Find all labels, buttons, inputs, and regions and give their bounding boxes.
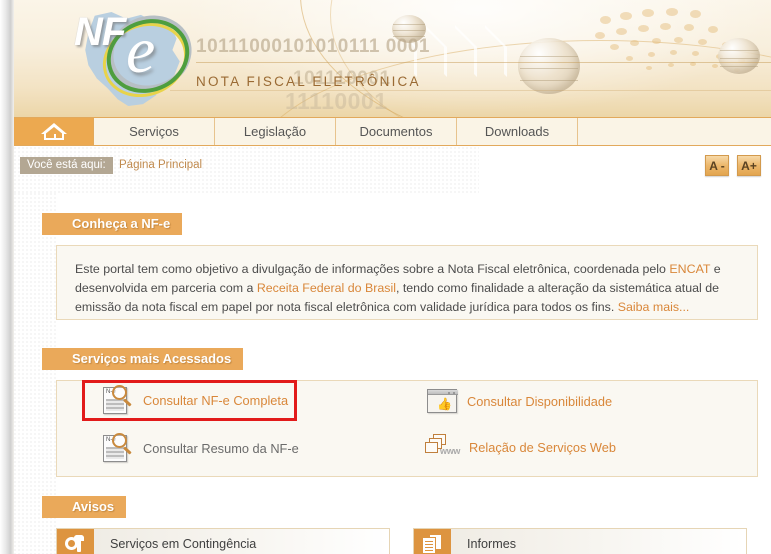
nav-label: Documentos [359,124,433,139]
link-encat[interactable]: ENCAT [669,262,710,276]
service-label: Consultar NF-e Completa [143,393,289,408]
page-left-edge-shadow [0,0,14,554]
service-consultar-disponibilidade[interactable]: 👍 Consultar Disponibilidade [427,389,612,413]
link-receita-federal[interactable]: Receita Federal do Brasil [257,281,396,295]
header-rule-2 [170,90,771,91]
page-root: 10111000101010111 0001 101110001 1111000… [0,0,771,554]
panel-icon-box [57,529,94,554]
gear-wrench-icon [64,535,87,553]
header-sphere-3 [718,38,760,74]
logo-text-e: e [126,14,156,87]
panel-header: Informes [414,529,746,554]
service-consultar-resumo-nfe[interactable]: N-e Consultar Resumo da NF-e [103,433,299,464]
service-label: Consultar Disponibilidade [467,393,613,409]
service-label: Relação de Serviços Web [469,439,617,455]
nav-label: Legislação [243,124,307,139]
header-sphere-2 [518,38,580,94]
document-search-icon: N-e [103,433,133,464]
section-title-avisos: Avisos [42,496,127,518]
site-subtitle: NOTA FISCAL ELETRÔNICA [196,74,421,89]
panel-servicos-contingencia[interactable]: Serviços em Contingência [56,528,390,554]
nav-label: Downloads [484,124,550,139]
conheca-paragraph: Este portal tem como objetivo a divulgaç… [57,246,757,329]
link-saiba-mais[interactable]: Saiba mais... [618,300,690,314]
section-title-servicos: Serviços mais Acessados [42,348,244,370]
panel-title: Serviços em Contingência [110,537,257,551]
panel-header: Serviços em Contingência [57,529,389,554]
panel-conheca: Este portal tem como objetivo a divulgaç… [56,245,758,320]
font-increase-button[interactable]: A+ [737,155,761,176]
main-navigation: Serviços Legislação Documentos Downloads [14,117,771,146]
window-thumbsup-icon: 👍 [427,389,458,413]
nav-filler [578,118,771,145]
www-windows-icon: www [425,434,460,460]
service-label: Consultar Resumo da NF-e [143,441,299,456]
nav-item-servicos[interactable]: Serviços [94,118,215,145]
breadcrumb-current[interactable]: Página Principal [119,157,202,174]
header-binary-1: 10111000101010111 0001 [196,36,430,57]
breadcrumb-label: Você está aqui: [20,157,113,174]
nav-item-documentos[interactable]: Documentos [336,118,457,145]
panel-informes[interactable]: Informes [413,528,747,554]
site-header-banner: 10111000101010111 0001 101110001 1111000… [0,0,771,117]
main-content: Conheça a NF-e Este portal tem como obje… [14,193,771,554]
panel-title: Informes [467,537,516,551]
conheca-text-1: Este portal tem como objetivo a divulgaç… [75,262,670,276]
document-search-icon: N-e [103,385,133,416]
nav-label: Serviços [129,124,179,139]
nfe-logo[interactable]: NF e [62,4,210,112]
logo-text-nf: NF [74,10,126,54]
font-decrease-button[interactable]: A - [705,155,729,176]
nav-home-button[interactable] [14,118,94,145]
service-relacao-servicos-web[interactable]: www Relação de Serviços Web [425,434,616,460]
nav-item-legislacao[interactable]: Legislação [215,118,336,145]
header-binary-3: 11110001 [285,88,388,114]
documents-icon [421,534,444,554]
nav-item-downloads[interactable]: Downloads [457,118,578,145]
service-consultar-nfe-completa[interactable]: N-e Consultar NF-e Completa [103,385,288,416]
breadcrumb-row: Você está aqui: Página Principal A - A+ [14,147,771,193]
section-title-conheca: Conheça a NF-e [42,213,183,235]
header-rule-1 [196,62,771,63]
home-icon [40,123,67,140]
panel-icon-box [414,529,451,554]
font-size-controls: A - A+ [705,155,761,176]
